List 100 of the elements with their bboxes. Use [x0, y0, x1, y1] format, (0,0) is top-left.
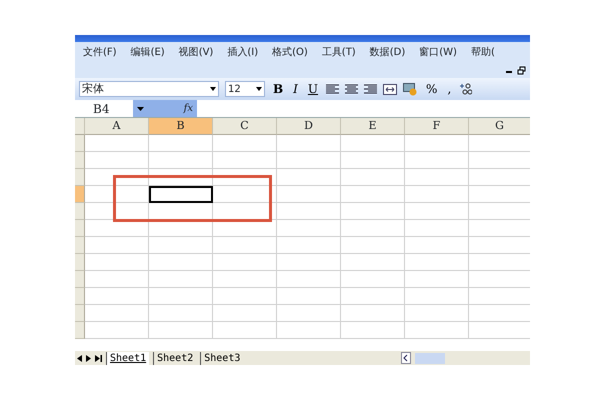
grid-cell[interactable] — [277, 186, 341, 203]
grid-cell[interactable] — [341, 152, 405, 169]
grid-cell[interactable] — [341, 186, 405, 203]
grid-cell[interactable] — [277, 322, 341, 339]
grid-cell[interactable] — [341, 305, 405, 322]
grid-cell[interactable] — [341, 169, 405, 186]
grid-cell[interactable] — [405, 186, 469, 203]
row-header[interactable] — [75, 220, 85, 237]
row-header[interactable] — [75, 254, 85, 271]
merge-center-icon[interactable] — [383, 84, 398, 94]
name-box[interactable]: B4 — [75, 100, 133, 117]
grid-cell[interactable] — [277, 254, 341, 271]
menu-item[interactable]: 格式(O) — [272, 44, 308, 60]
grid-cell[interactable] — [149, 152, 213, 169]
row-header[interactable] — [75, 271, 85, 288]
grid-cell[interactable] — [341, 271, 405, 288]
grid-cell[interactable] — [149, 288, 213, 305]
grid-cell[interactable] — [85, 288, 149, 305]
active-cell[interactable] — [149, 186, 213, 203]
grid-cell[interactable] — [149, 237, 213, 254]
first-sheet-icon[interactable] — [77, 354, 82, 362]
function-label[interactable]: fx — [184, 101, 193, 116]
grid-cell[interactable] — [277, 203, 341, 220]
sheet-tab[interactable]: Sheet1 — [106, 352, 150, 364]
grid-cell[interactable] — [149, 254, 213, 271]
grid-cell[interactable] — [405, 288, 469, 305]
menu-item[interactable]: 视图(V) — [178, 44, 214, 60]
grid-cell[interactable] — [277, 220, 341, 237]
grid-cell[interactable] — [405, 203, 469, 220]
grid-cell[interactable] — [85, 322, 149, 339]
align-center-icon[interactable] — [345, 84, 358, 94]
grid-cell[interactable] — [213, 186, 277, 203]
grid-cell[interactable] — [213, 254, 277, 271]
row-header[interactable] — [75, 152, 85, 169]
grid-cell[interactable] — [341, 254, 405, 271]
row-header[interactable] — [75, 135, 85, 152]
grid-cell[interactable] — [405, 237, 469, 254]
scroll-left-icon[interactable] — [401, 352, 412, 364]
grid-cell[interactable] — [85, 220, 149, 237]
last-sheet-icon[interactable] — [95, 354, 102, 362]
row-header[interactable] — [75, 322, 85, 339]
row-header[interactable] — [75, 288, 85, 305]
grid-cell[interactable] — [405, 271, 469, 288]
grid-cell[interactable] — [149, 305, 213, 322]
column-header[interactable]: D — [277, 118, 341, 135]
increase-decimal-icon[interactable] — [459, 83, 472, 95]
grid-cell[interactable] — [149, 271, 213, 288]
grid-cell[interactable] — [277, 152, 341, 169]
menu-item[interactable]: 窗口(W) — [419, 44, 457, 60]
grid-cell[interactable] — [277, 305, 341, 322]
grid-cell[interactable] — [405, 135, 469, 152]
comma-button[interactable]: , — [445, 81, 454, 97]
grid-cell[interactable] — [405, 220, 469, 237]
grid-cell[interactable] — [341, 220, 405, 237]
align-right-icon[interactable] — [364, 84, 378, 94]
grid-cell[interactable] — [277, 135, 341, 152]
grid-cell[interactable] — [341, 288, 405, 305]
grid-cell[interactable] — [213, 271, 277, 288]
dropdown-icon[interactable] — [210, 87, 216, 91]
grid-cell[interactable] — [85, 305, 149, 322]
grid-cell[interactable] — [405, 305, 469, 322]
menu-item[interactable]: 插入(I) — [227, 44, 258, 60]
grid-cell[interactable] — [341, 203, 405, 220]
menu-item[interactable]: 数据(D) — [370, 44, 406, 60]
row-header[interactable] — [75, 169, 85, 186]
row-header[interactable] — [75, 305, 85, 322]
grid-cell[interactable] — [213, 322, 277, 339]
name-box-dropdown[interactable]: fx — [133, 100, 197, 117]
grid-cell[interactable] — [85, 152, 149, 169]
menu-item[interactable]: 帮助( — [470, 44, 495, 60]
grid-cell[interactable] — [341, 322, 405, 339]
sheet-tab[interactable]: Sheet2 — [153, 352, 196, 364]
column-header[interactable]: G — [469, 118, 530, 135]
grid-cell[interactable] — [85, 237, 149, 254]
grid-cell[interactable] — [277, 237, 341, 254]
menu-item[interactable]: 工具(T) — [322, 44, 356, 60]
grid-cell[interactable] — [405, 322, 469, 339]
grid-cell[interactable] — [85, 254, 149, 271]
horizontal-scrollbar[interactable] — [415, 352, 446, 364]
column-header[interactable]: B — [149, 118, 213, 135]
grid-cell[interactable] — [277, 169, 341, 186]
grid-cell[interactable] — [213, 152, 277, 169]
grid-cell[interactable] — [213, 305, 277, 322]
sheet-tab[interactable]: Sheet3 — [200, 352, 244, 364]
bold-button[interactable]: B — [271, 81, 286, 97]
grid-cell[interactable] — [85, 203, 149, 220]
underline-button[interactable]: U — [306, 81, 320, 97]
column-header[interactable]: F — [405, 118, 469, 135]
font-size-field[interactable]: 12 — [225, 81, 265, 97]
column-header[interactable]: E — [341, 118, 405, 135]
row-header[interactable] — [75, 186, 85, 203]
restore-icon[interactable] — [517, 66, 526, 74]
grid-cell[interactable] — [277, 271, 341, 288]
grid-cell[interactable] — [341, 237, 405, 254]
column-header[interactable]: C — [213, 118, 277, 135]
row-header[interactable] — [75, 203, 85, 220]
grid-cell[interactable] — [405, 254, 469, 271]
grid-cell[interactable] — [277, 288, 341, 305]
currency-icon[interactable] — [403, 82, 418, 96]
grid-cell[interactable] — [213, 288, 277, 305]
